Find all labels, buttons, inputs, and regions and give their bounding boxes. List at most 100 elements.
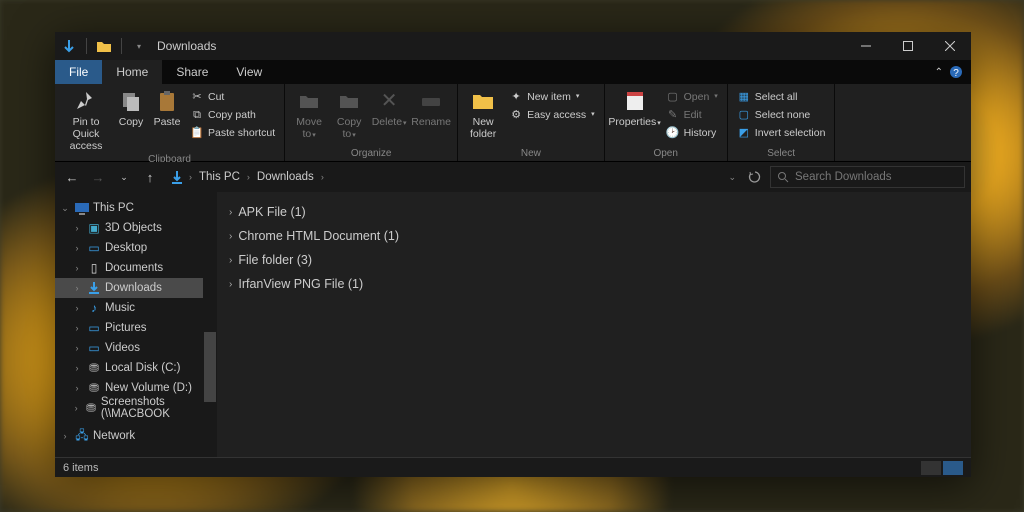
menu-view[interactable]: View [222,60,276,84]
search-input[interactable]: Search Downloads [770,166,965,188]
breadcrumb[interactable]: › This PC › Downloads › ⌄ [165,166,740,188]
chevron-right-icon[interactable]: › [71,283,83,293]
chevron-right-icon[interactable]: › [229,279,232,290]
chevron-down-icon[interactable]: ⌄ [59,203,71,214]
new-folder-button[interactable]: New folder [463,87,503,142]
copy-button[interactable]: Copy [114,87,148,130]
tree-network[interactable]: ›🖧Network [55,426,217,446]
group-header[interactable]: ›File folder (3) [229,248,959,272]
back-button[interactable]: ← [61,166,83,188]
qat-dropdown-icon[interactable]: ▾ [131,38,147,54]
move-to-button[interactable]: Move to▾ [290,87,328,144]
network-disk-icon: ⛃ [84,400,98,416]
pin-icon [74,89,98,113]
invert-icon: ◩ [737,126,751,140]
tree-item[interactable]: ›▭Videos [55,338,217,358]
invert-selection-button[interactable]: ◩Invert selection [733,124,830,142]
tree-item[interactable]: ›♪Music [55,298,217,318]
open-button[interactable]: ▢Open▾ [662,88,722,106]
easy-access-icon: ⚙ [509,108,523,122]
paste-icon [155,89,179,113]
tree-item-downloads[interactable]: ›Downloads [55,278,217,298]
new-item-icon: ✦ [509,90,523,104]
edit-icon: ✎ [666,108,680,122]
breadcrumb-segment[interactable]: Downloads [254,171,317,183]
ribbon-group-label: Select [733,148,830,160]
copy-path-button[interactable]: ⧉Copy path [186,106,279,124]
easy-access-button[interactable]: ⚙Easy access▾ [505,106,598,124]
chevron-right-icon[interactable]: › [229,255,232,266]
documents-icon: ▯ [86,260,102,276]
select-all-button[interactable]: ▦Select all [733,88,830,106]
pin-quick-access-button[interactable]: Pin to Quick access [60,87,112,154]
minimize-button[interactable] [845,32,887,60]
chevron-right-icon[interactable]: › [71,383,83,393]
close-button[interactable] [929,32,971,60]
group-header[interactable]: ›IrfanView PNG File (1) [229,272,959,296]
tree-item[interactable]: ›⛃Screenshots (\\MACBOOK [55,398,217,418]
properties-icon [623,89,647,113]
delete-button[interactable]: ✕ Delete▾ [370,87,408,132]
collapse-ribbon-icon[interactable]: ⌃ [935,67,943,78]
paste-button[interactable]: Paste [150,87,184,130]
chevron-right-icon[interactable]: › [71,243,83,253]
chevron-right-icon[interactable]: › [229,231,232,242]
chevron-right-icon[interactable]: › [59,431,71,441]
disk-icon: ⛃ [86,360,102,376]
address-bar: ← → ⌄ ↑ › This PC › Downloads › ⌄ Search… [55,162,971,192]
menu-bar: File Home Share View ⌃ ? [55,60,971,84]
help-icon[interactable]: ? [949,65,963,79]
chevron-right-icon[interactable]: › [71,303,83,313]
edit-button[interactable]: ✎Edit [662,106,722,124]
history-button[interactable]: 🕑History [662,124,722,142]
ribbon-group-label: Open [610,148,722,160]
chevron-right-icon[interactable]: › [71,223,83,233]
menu-share[interactable]: Share [162,60,222,84]
cut-button[interactable]: ✂Cut [186,88,279,106]
chevron-right-icon[interactable]: › [71,363,83,373]
menu-file[interactable]: File [55,60,102,84]
chevron-right-icon[interactable]: › [71,343,83,353]
chevron-right-icon[interactable]: › [71,403,81,413]
app-icon [61,38,77,54]
recent-dropdown[interactable]: ⌄ [113,166,135,188]
forward-button[interactable]: → [87,166,109,188]
new-item-button[interactable]: ✦New item▾ [505,88,598,106]
titlebar: ▾ Downloads [55,32,971,60]
disk-icon: ⛃ [86,380,102,396]
tree-item[interactable]: ›⛃Local Disk (C:) [55,358,217,378]
tree-item[interactable]: ›▯Documents [55,258,217,278]
icons-view-button[interactable] [943,461,963,475]
tree-item[interactable]: ›▭Desktop [55,238,217,258]
select-none-button[interactable]: ▢Select none [733,106,830,124]
new-folder-icon [471,89,495,113]
breadcrumb-segment[interactable]: This PC [196,171,243,183]
copy-path-icon: ⧉ [190,108,204,122]
rename-button[interactable]: Rename [410,87,452,130]
refresh-button[interactable] [744,166,766,188]
maximize-button[interactable] [887,32,929,60]
group-header[interactable]: ›APK File (1) [229,200,959,224]
cut-icon: ✂ [190,90,204,104]
tree-this-pc[interactable]: ⌄ This PC [55,198,217,218]
chevron-right-icon[interactable]: › [71,323,83,333]
up-button[interactable]: ↑ [139,166,161,188]
properties-button[interactable]: Properties▾ [610,87,660,132]
tree-item[interactable]: ›▭Pictures [55,318,217,338]
cube-icon: ▣ [86,220,102,236]
path-dropdown-icon[interactable]: ⌄ [728,172,736,183]
chevron-right-icon[interactable]: › [229,207,232,218]
paste-shortcut-button[interactable]: 📋Paste shortcut [186,124,279,142]
rename-icon [419,89,443,113]
navigation-pane: ⌄ This PC ›▣3D Objects ›▭Desktop ›▯Docum… [55,192,217,457]
menu-home[interactable]: Home [102,60,162,84]
details-view-button[interactable] [921,461,941,475]
window-title: Downloads [157,39,216,53]
tree-item[interactable]: ›⛃New Volume (D:) [55,378,217,398]
tree-item[interactable]: ›▣3D Objects [55,218,217,238]
group-header[interactable]: ›Chrome HTML Document (1) [229,224,959,248]
pc-icon [74,200,90,216]
sidebar-scrollbar[interactable] [203,192,217,457]
copy-to-button[interactable]: Copy to▾ [330,87,368,144]
chevron-right-icon[interactable]: › [71,263,83,273]
